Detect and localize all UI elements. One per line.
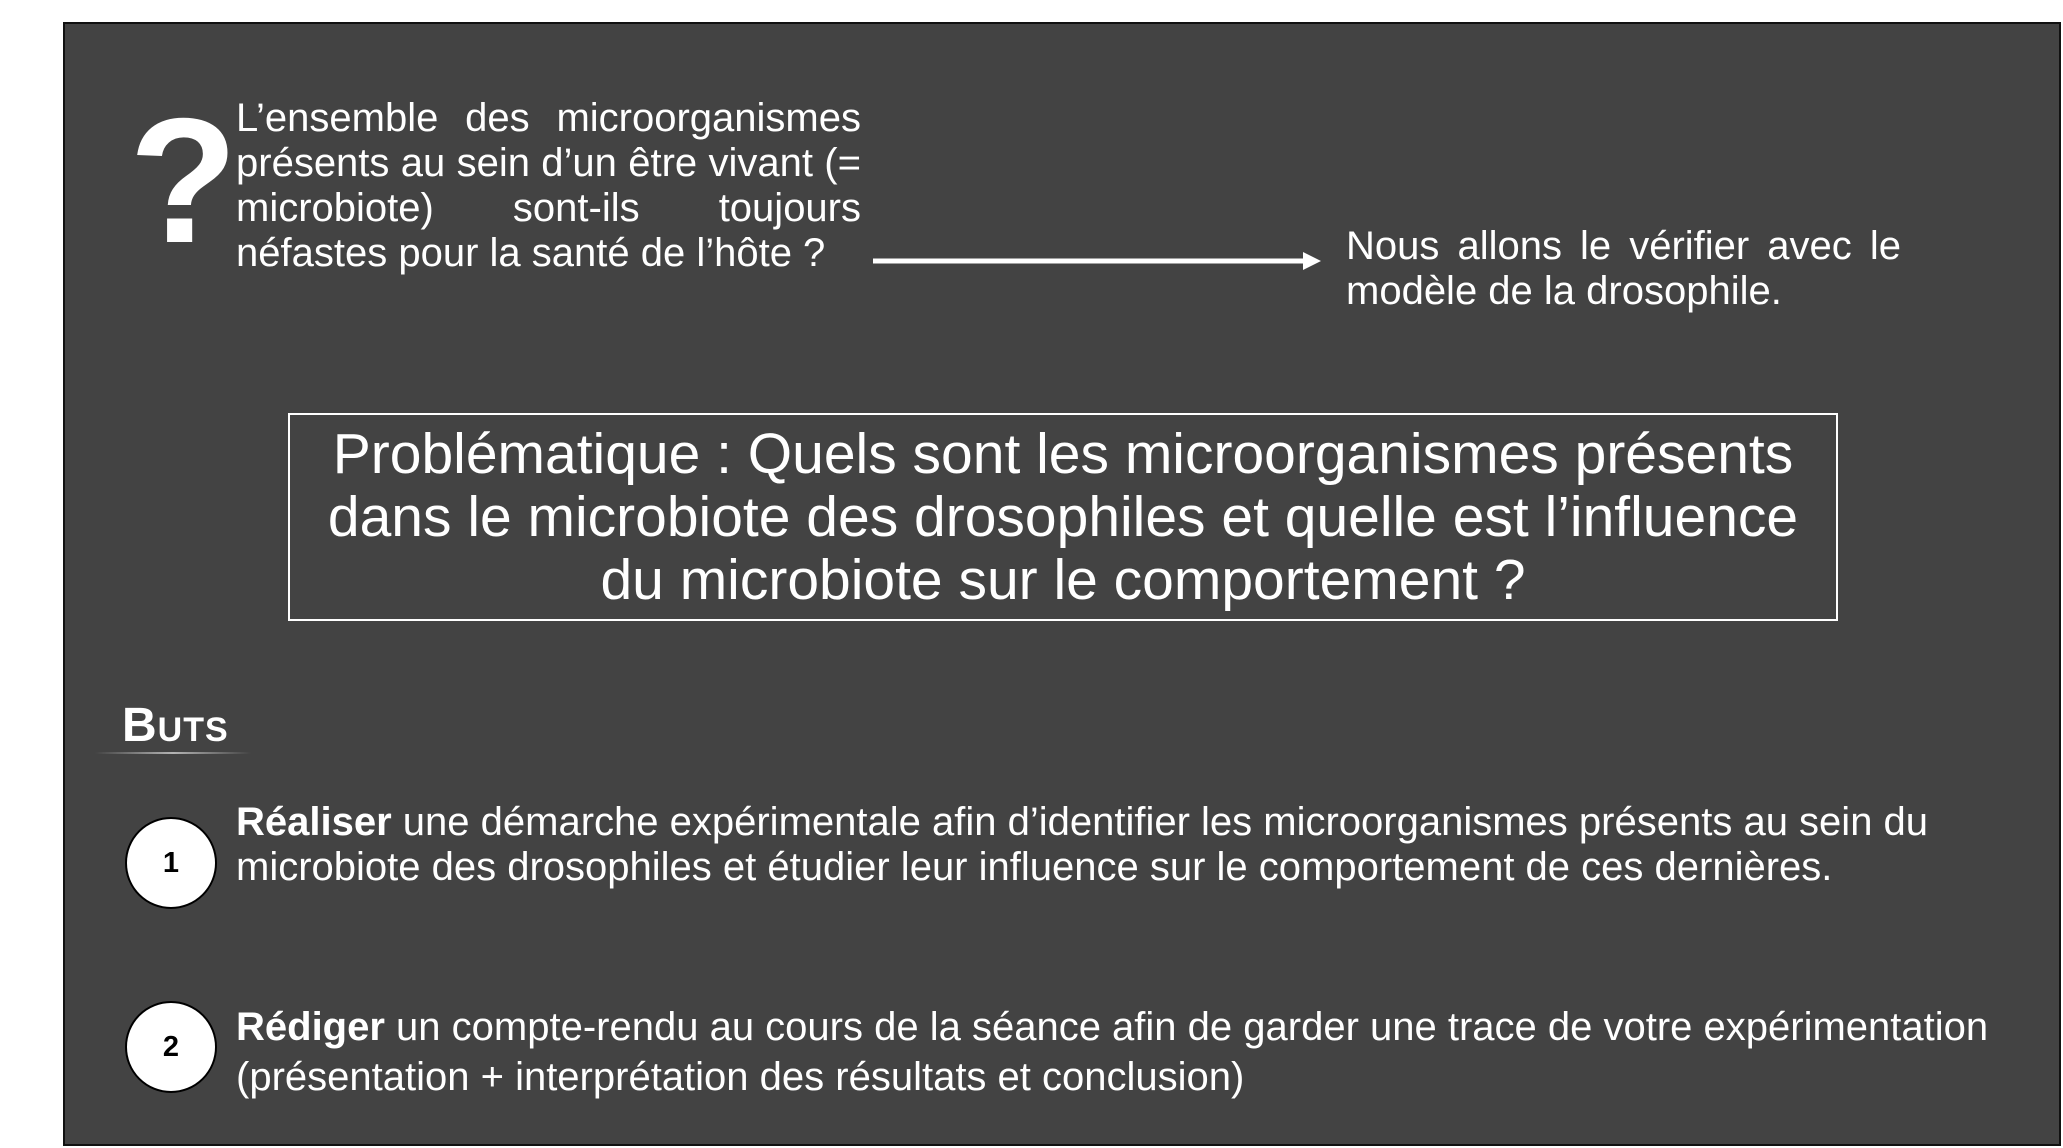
question-mark-icon: ? [129, 81, 238, 280]
goal-number-badge: 1 [125, 817, 217, 909]
intro-answer: Nous allons le vérifier avec le modèle d… [1346, 224, 1901, 313]
intro-question: L’ensemble des microorganismes présents … [236, 96, 861, 275]
goal-lead-verb: Rédiger [236, 1005, 385, 1049]
goal-number-badge: 2 [125, 1001, 217, 1093]
goal-description: une démarche expérimentale afin d’identi… [236, 800, 1929, 889]
goals-heading: Buts [122, 699, 229, 752]
problem-statement: Problématique : Quels sont les microorga… [327, 421, 1799, 612]
slide: ? L’ensemble des microorganismes présent… [63, 22, 2061, 1146]
goal-lead-verb: Réaliser [236, 800, 392, 844]
problem-box: Problématique : Quels sont les microorga… [288, 413, 1838, 621]
goals-heading-underline [95, 752, 251, 754]
goal-item: Rédiger un compte-rendu au cours de la s… [236, 1002, 2006, 1102]
goal-description: un compte-rendu au cours de la séance af… [236, 1005, 1989, 1099]
arrow-right-icon [873, 252, 1321, 270]
goal-item: Réaliser une démarche expérimentale afin… [236, 800, 2006, 890]
